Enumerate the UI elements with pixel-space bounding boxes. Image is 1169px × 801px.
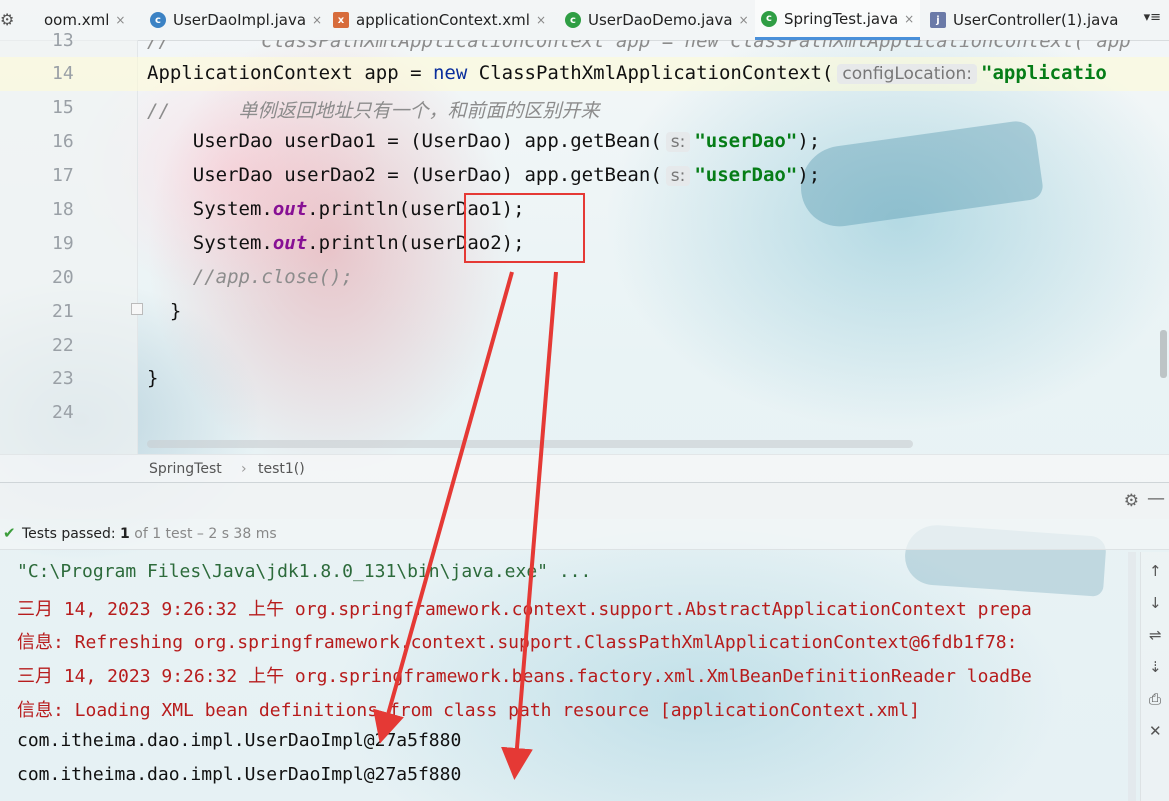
annotation-arrow (501, 271, 558, 780)
annotation-arrows (373, 271, 558, 780)
annotation-arrow (373, 271, 514, 744)
